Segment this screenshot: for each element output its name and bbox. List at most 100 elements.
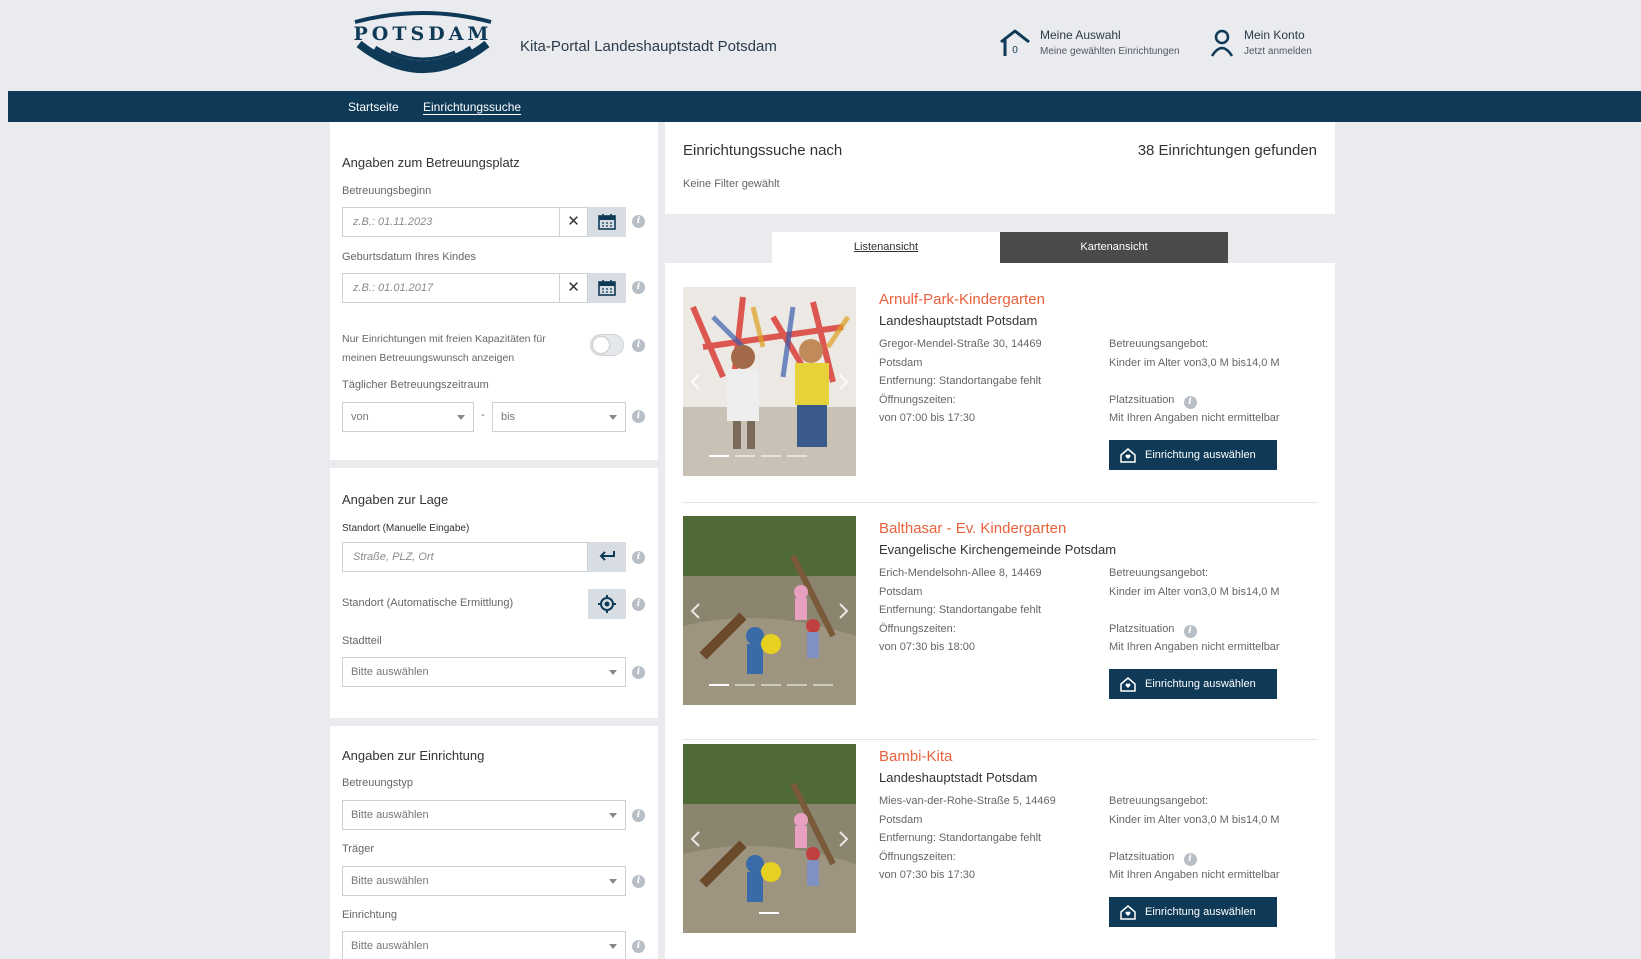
- facility-details: Gregor-Mendel-Straße 30, 14469 Potsdam E…: [879, 335, 1079, 428]
- info-icon-daily[interactable]: i: [632, 410, 645, 423]
- facility-city: Potsdam: [879, 585, 923, 598]
- care-offer: Betreuungsangebot: Kinder im Alter von3,…: [1109, 564, 1280, 602]
- facility-org: Landeshauptstadt Potsdam: [879, 770, 1038, 785]
- label-begin: Betreuungsbeginn: [342, 185, 432, 197]
- facility-name[interactable]: Bambi-Kita: [879, 748, 952, 765]
- clear-birthdate-button[interactable]: ✕: [560, 273, 588, 303]
- info-icon-platz[interactable]: i: [1183, 853, 1197, 866]
- offer-label: Betreuungsangebot:: [1109, 338, 1209, 350]
- care-type-value: Bitte auswählen: [351, 809, 429, 821]
- info-icon-type[interactable]: i: [632, 809, 645, 822]
- facility-photo[interactable]: [683, 744, 856, 933]
- card-divider: [683, 502, 1317, 503]
- card-divider: [683, 739, 1317, 740]
- result-list: Arnulf-Park-Kindergarten Landeshauptstad…: [665, 263, 1335, 959]
- account-title: Mein Konto: [1244, 28, 1305, 42]
- potsdam-logo[interactable]: POTSDAM: [349, 10, 497, 86]
- calendar-birthdate-button[interactable]: [588, 273, 626, 303]
- info-icon-auto-location[interactable]: i: [632, 598, 645, 611]
- location-submit-button[interactable]: [588, 542, 626, 572]
- capacity-filter-text: Nur Einrichtungen mit freien Kapazitäten…: [342, 330, 546, 368]
- capacity-toggle[interactable]: [590, 334, 624, 356]
- care-type-select[interactable]: Bitte auswählen: [342, 800, 626, 830]
- auto-location-button[interactable]: [588, 589, 626, 619]
- calendar-begin-button[interactable]: [588, 207, 626, 237]
- facility-distance: Entfernung: Standortangabe fehlt: [879, 375, 1042, 387]
- facility-hours: von 07:30 bis 17:30: [879, 869, 976, 881]
- hours-label: Öffnungszeiten:: [879, 622, 956, 635]
- capacity-text-line1: Nur Einrichtungen mit freien Kapazitäten…: [342, 333, 546, 345]
- facility-distance: Entfernung: Standortangabe fehlt: [879, 832, 1042, 844]
- section-title-einrichtung: Angaben zur Einrichtung: [342, 748, 485, 763]
- facility-address: Mies-van-der-Rohe-Straße 5, 14469: [879, 795, 1056, 807]
- platz-label: Platzsituation: [1109, 851, 1175, 863]
- house-icon: 0: [998, 28, 1032, 63]
- select-facility-button[interactable]: Einrichtung auswählen: [1109, 440, 1277, 470]
- offer-value: Kinder im Alter von3,0 M bis14,0 M: [1109, 586, 1280, 598]
- location-input[interactable]: Straße, PLZ, Ort: [342, 542, 588, 572]
- time-to-select[interactable]: bis: [492, 402, 626, 432]
- facility-value: Bitte auswählen: [351, 940, 429, 952]
- place-situation: Platzsituation i Mit Ihren Angaben nicht…: [1109, 848, 1280, 884]
- my-account-link[interactable]: Mein Konto Jetzt anmelden: [1208, 28, 1312, 63]
- facility-photo[interactable]: [683, 516, 856, 705]
- house-heart-icon: [1120, 905, 1136, 920]
- facility-address: Erich-Mendelsohn-Allee 8, 14469: [879, 567, 1042, 579]
- label-auto-location: Standort (Automatische Ermittlung): [342, 597, 514, 609]
- care-offer: Betreuungsangebot: Kinder im Alter von3,…: [1109, 335, 1280, 373]
- info-icon-birthdate[interactable]: i: [632, 281, 645, 294]
- result-card: Bambi-Kita Landeshauptstadt Potsdam Mies…: [683, 744, 1317, 959]
- facility-photo[interactable]: [683, 287, 856, 476]
- nav-startseite[interactable]: Startseite: [348, 100, 399, 114]
- platz-value: Mit Ihren Angaben nicht ermittelbar: [1109, 641, 1280, 653]
- range-separator: -: [481, 409, 485, 421]
- info-icon-district[interactable]: i: [632, 666, 645, 679]
- platz-label: Platzsituation: [1109, 394, 1175, 406]
- tab-map-view[interactable]: Kartenansicht: [1000, 232, 1228, 263]
- district-select[interactable]: Bitte auswählen: [342, 657, 626, 687]
- facility-distance: Entfernung: Standortangabe fehlt: [879, 604, 1042, 616]
- info-icon-carrier[interactable]: i: [632, 875, 645, 888]
- carrier-select[interactable]: Bitte auswählen: [342, 866, 626, 896]
- facility-name[interactable]: Balthasar - Ev. Kindergarten: [879, 520, 1066, 537]
- info-icon-capacity[interactable]: i: [632, 339, 645, 352]
- main-navbar: Startseite Einrichtungssuche: [8, 91, 1641, 122]
- panel-einrichtung: Angaben zur Einrichtung Betreuungstyp Bi…: [330, 726, 658, 959]
- label-birthdate: Geburtsdatum Ihres Kindes: [342, 251, 476, 263]
- info-icon-begin[interactable]: i: [632, 215, 645, 228]
- facility-name[interactable]: Arnulf-Park-Kindergarten: [879, 291, 1045, 308]
- care-offer: Betreuungsangebot: Kinder im Alter von3,…: [1109, 792, 1280, 830]
- select-facility-button[interactable]: Einrichtung auswählen: [1109, 897, 1277, 927]
- site-header: POTSDAM Kita-Portal Landeshauptstadt Pot…: [8, 0, 1641, 91]
- result-card: Balthasar - Ev. Kindergarten Evangelisch…: [683, 516, 1317, 736]
- info-icon-platz[interactable]: i: [1183, 625, 1197, 638]
- select-facility-button[interactable]: Einrichtung auswählen: [1109, 669, 1277, 699]
- tab-list-view[interactable]: Listenansicht: [772, 232, 1000, 263]
- label-district: Stadtteil: [342, 635, 382, 647]
- facility-address: Gregor-Mendel-Straße 30, 14469: [879, 338, 1042, 350]
- info-icon-platz[interactable]: i: [1183, 396, 1197, 409]
- facility-select[interactable]: Bitte auswählen: [342, 931, 626, 959]
- time-from-select[interactable]: von: [342, 402, 474, 432]
- info-icon-manual-location[interactable]: i: [632, 551, 645, 564]
- section-title-lage: Angaben zur Lage: [342, 492, 449, 507]
- hours-label: Öffnungszeiten:: [879, 393, 956, 406]
- search-title: Einrichtungssuche nach: [683, 142, 843, 159]
- platz-label: Platzsituation: [1109, 623, 1175, 635]
- facility-hours: von 07:00 bis 17:30: [879, 412, 976, 424]
- facility-details: Mies-van-der-Rohe-Straße 5, 14469 Potsda…: [879, 792, 1079, 885]
- offer-label: Betreuungsangebot:: [1109, 567, 1209, 579]
- chevron-down-icon: [609, 415, 617, 420]
- house-heart-icon: [1120, 677, 1136, 692]
- search-summary: Einrichtungssuche nach 38 Einrichtungen …: [665, 122, 1335, 214]
- chevron-down-icon: [609, 879, 617, 884]
- birthdate-input[interactable]: z.B.: 01.01.2017: [342, 273, 560, 303]
- place-situation: Platzsituation i Mit Ihren Angaben nicht…: [1109, 391, 1280, 427]
- select-facility-label: Einrichtung auswählen: [1145, 678, 1256, 690]
- label-facility: Einrichtung: [342, 909, 398, 921]
- info-icon-facility[interactable]: i: [632, 940, 645, 953]
- begin-date-input[interactable]: z.B.: 01.11.2023: [342, 207, 560, 237]
- nav-einrichtungssuche[interactable]: Einrichtungssuche: [423, 100, 521, 114]
- my-selection-link[interactable]: 0 Meine Auswahl Meine gewählten Einricht…: [998, 28, 1180, 63]
- clear-begin-button[interactable]: ✕: [560, 207, 588, 237]
